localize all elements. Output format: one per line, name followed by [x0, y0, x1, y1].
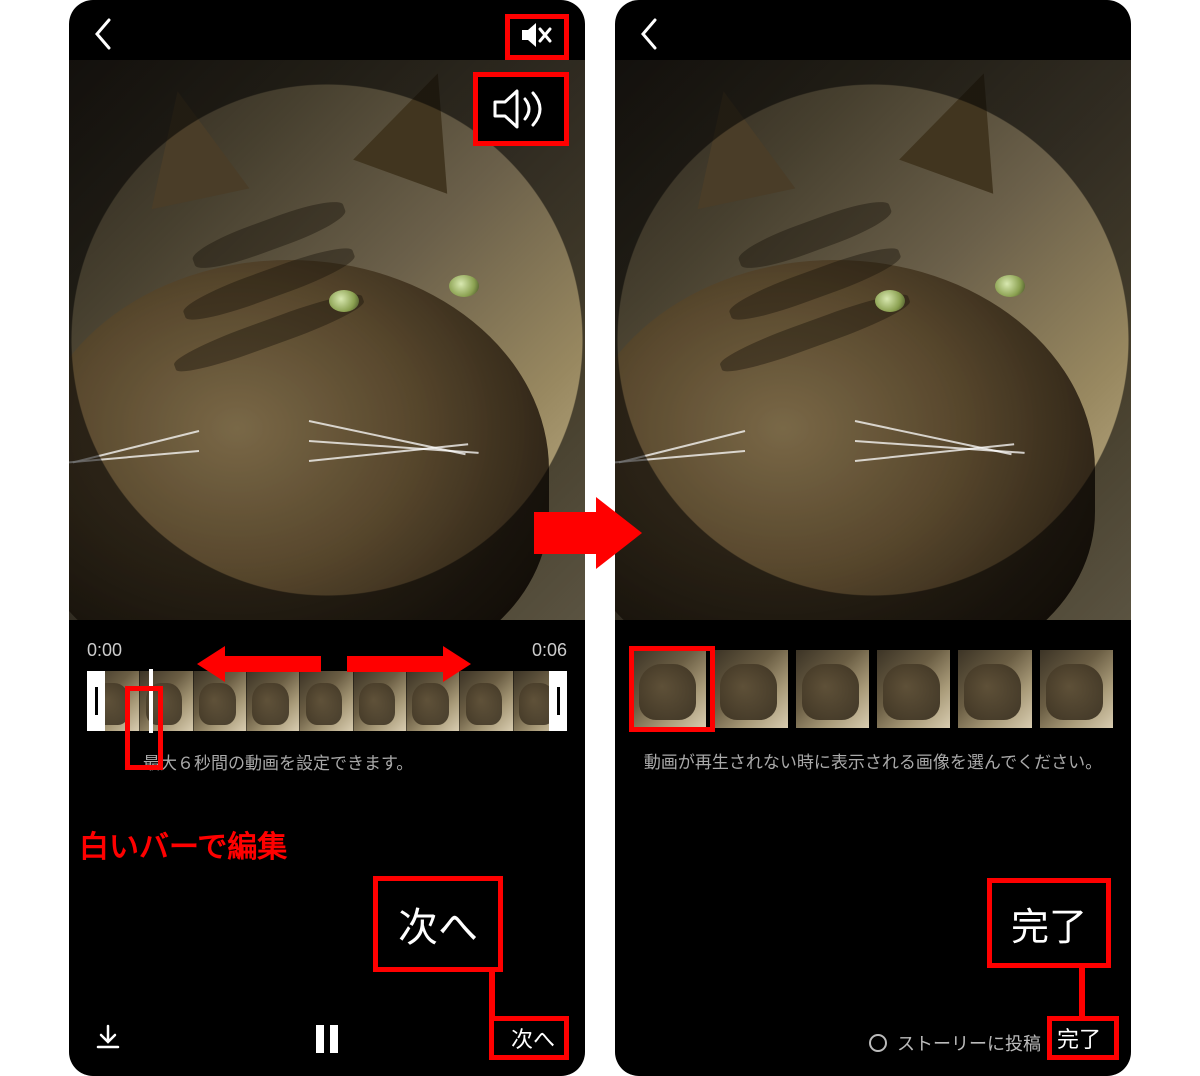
radio-unchecked-icon[interactable]: [869, 1034, 887, 1052]
screen-cover-select: 動画が再生されない時に表示される画像を選んでください。 ストーリーに投稿 完了 …: [615, 0, 1131, 1076]
cover-hint: 動画が再生されない時に表示される画像を選んでください。: [615, 748, 1131, 773]
time-start: 0:00: [87, 640, 122, 661]
annotation-mute-box: [505, 14, 569, 60]
trim-hint: 最大６秒間の動画を設定できます。: [143, 749, 567, 774]
annotation-connector: [489, 972, 495, 1016]
story-post-label: ストーリーに投稿: [897, 1030, 1041, 1056]
back-icon[interactable]: [637, 18, 661, 55]
cover-thumb[interactable]: [958, 650, 1031, 728]
trim-handle-left[interactable]: [87, 671, 105, 731]
time-end: 0:06: [532, 640, 567, 661]
back-icon[interactable]: [91, 18, 115, 55]
download-icon[interactable]: [93, 1023, 123, 1058]
annotation-whitebar-label: 白いバーで編集: [79, 822, 287, 866]
annotation-done-callout: 完了: [987, 878, 1111, 968]
annotation-whitebar-box: [125, 686, 163, 770]
trim-handle-right[interactable]: [549, 671, 567, 731]
cover-thumb[interactable]: [1040, 650, 1113, 728]
annotation-arrow-right-body: [347, 656, 443, 672]
video-preview: [615, 60, 1131, 620]
frame-thumb: [300, 671, 353, 731]
annotation-arrow-right: [443, 646, 471, 682]
topbar: [615, 0, 1131, 60]
cover-thumb[interactable]: [796, 650, 869, 728]
annotation-next-box: [489, 1016, 569, 1060]
annotation-sound-on-callout: [473, 72, 569, 146]
annotation-selected-thumb: [629, 646, 715, 732]
cover-thumb[interactable]: [877, 650, 950, 728]
frame-thumb: [247, 671, 300, 731]
annotation-connector: [1079, 968, 1085, 1016]
story-post-option[interactable]: ストーリーに投稿: [869, 1030, 1041, 1056]
pause-icon[interactable]: [314, 1023, 340, 1060]
circular-crop-overlay: [615, 60, 1131, 620]
annotation-next-callout: 次へ: [373, 876, 503, 972]
screen-trim: 0:00 0:06 最大６秒間の動画を設定できます。 次へ: [69, 0, 585, 1076]
annotation-arrow-left-body: [225, 656, 321, 672]
annotation-done-box: [1047, 1016, 1119, 1060]
cover-thumb[interactable]: [714, 650, 787, 728]
annotation-arrow-left: [197, 646, 225, 682]
frame-thumb: [354, 671, 407, 731]
annotation-flow-arrow: [534, 488, 644, 578]
